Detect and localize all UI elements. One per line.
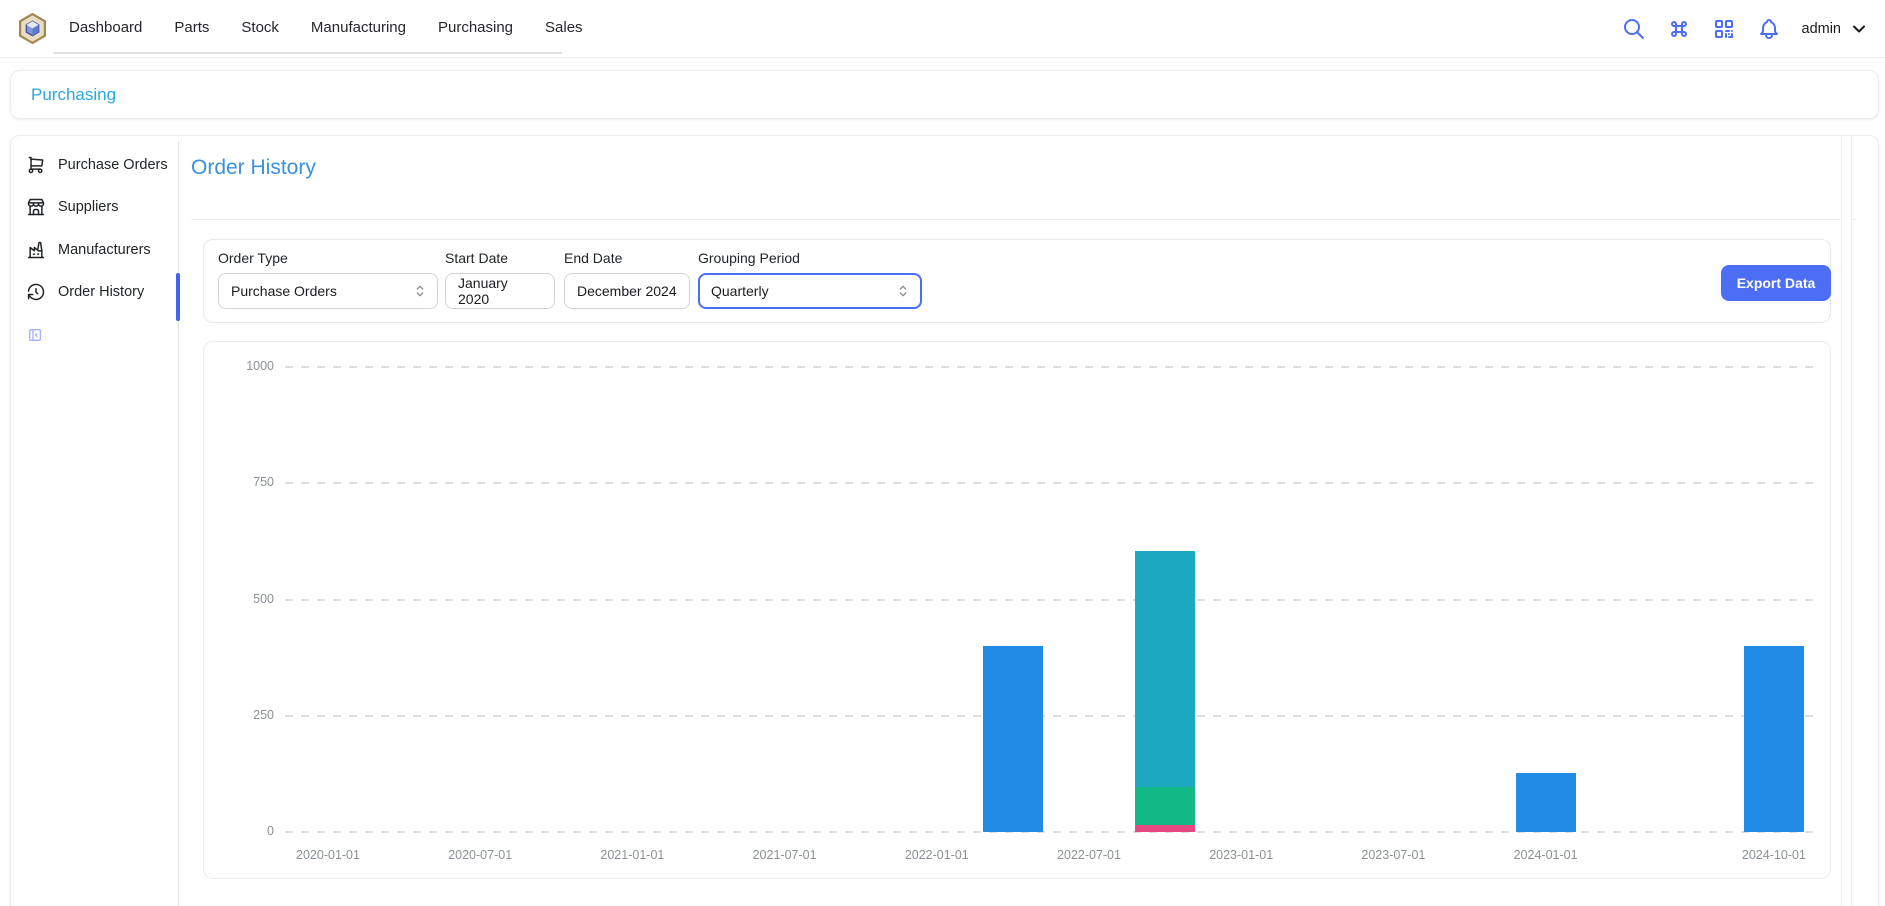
end-date-input[interactable]: December 2024 xyxy=(564,273,690,309)
factory-icon xyxy=(26,240,46,260)
order-type-label: Order Type xyxy=(218,250,438,266)
tab-purchasing[interactable]: Purchasing xyxy=(422,0,529,54)
x-axis-tick: 2021-07-01 xyxy=(725,848,845,862)
x-axis-tick: 2024-01-01 xyxy=(1486,848,1606,862)
sidebar-collapse-icon[interactable] xyxy=(27,327,43,343)
bell-icon[interactable] xyxy=(1757,17,1781,41)
x-axis-tick: 2022-07-01 xyxy=(1029,848,1149,862)
tabs-underline xyxy=(53,52,562,55)
search-icon[interactable] xyxy=(1622,17,1646,41)
y-axis-tick: 0 xyxy=(204,824,274,838)
bar-2024-10-01-blue-segment[interactable] xyxy=(1744,646,1804,832)
order-type-value: Purchase Orders xyxy=(231,283,337,299)
x-axis-tick: 2021-01-01 xyxy=(572,848,692,862)
breadcrumb[interactable]: Purchasing xyxy=(31,85,116,105)
y-axis-tick: 750 xyxy=(204,475,274,489)
bar-2022-10-01-pink-segment[interactable] xyxy=(1135,825,1195,832)
start-date-value: January 2020 xyxy=(458,275,542,307)
scrollbar[interactable] xyxy=(1841,136,1852,906)
page-title: Order History xyxy=(191,156,316,180)
y-axis-tick: 500 xyxy=(204,592,274,606)
app-logo-icon[interactable] xyxy=(16,12,49,45)
sidebar-item-order-history[interactable]: Order History xyxy=(26,277,176,307)
sidebar-item-label: Purchase Orders xyxy=(58,157,168,173)
y-gridline-0 xyxy=(285,831,1820,833)
x-axis-tick: 2024-10-01 xyxy=(1714,848,1834,862)
order-type-select[interactable]: Purchase Orders xyxy=(218,273,438,309)
grouping-period-label: Grouping Period xyxy=(698,250,922,266)
bar-2024-01-01-blue-segment[interactable] xyxy=(1516,773,1576,832)
building-store-icon xyxy=(26,197,46,217)
title-divider xyxy=(191,219,1856,220)
breadcrumb-panel: Purchasing xyxy=(10,70,1879,119)
x-axis-tick: 2023-07-01 xyxy=(1333,848,1453,862)
y-gridline-250 xyxy=(285,715,1820,717)
start-date-input[interactable]: January 2020 xyxy=(445,273,555,309)
tab-manufacturing[interactable]: Manufacturing xyxy=(295,0,422,54)
qrcode-icon[interactable] xyxy=(1712,17,1736,41)
sidebar-item-label: Order History xyxy=(58,284,144,300)
x-axis-tick: 2022-01-01 xyxy=(877,848,997,862)
end-date-value: December 2024 xyxy=(577,283,677,299)
y-axis-tick: 250 xyxy=(204,708,274,722)
tab-sales[interactable]: Sales xyxy=(529,0,599,54)
username-label: admin xyxy=(1802,21,1842,37)
sidebar-item-manufacturers[interactable]: Manufacturers xyxy=(26,235,176,265)
grouping-period-value: Quarterly xyxy=(711,283,769,299)
filter-panel: Order Type Purchase Orders Start Date Ja… xyxy=(203,239,1831,323)
bar-2022-04-01-blue-segment[interactable] xyxy=(983,646,1043,832)
y-gridline-1000 xyxy=(285,366,1820,368)
user-menu[interactable]: admin xyxy=(1802,19,1870,39)
start-date-label: Start Date xyxy=(445,250,555,266)
sidebar-active-indicator xyxy=(176,273,180,321)
export-data-button[interactable]: Export Data xyxy=(1721,265,1831,301)
main-nav-tabs: DashboardPartsStockManufacturingPurchasi… xyxy=(53,0,599,54)
tab-stock[interactable]: Stock xyxy=(225,0,295,54)
y-gridline-500 xyxy=(285,599,1820,601)
sidebar-item-label: Suppliers xyxy=(58,199,118,215)
x-axis-tick: 2023-01-01 xyxy=(1181,848,1301,862)
content-panel: Purchase Orders Suppliers Manufacturers Ord… xyxy=(10,135,1879,906)
navbar-actions: admin xyxy=(1622,0,1870,57)
sidebar-item-label: Manufacturers xyxy=(58,242,151,258)
grouping-period-select[interactable]: Quarterly xyxy=(698,273,922,309)
order-history-chart: 0 250 500 750 1000 2020-01-01 2020-07-01 2021-0… xyxy=(203,341,1831,879)
end-date-label: End Date xyxy=(564,250,690,266)
sidebar-divider xyxy=(178,141,179,906)
selector-icon xyxy=(412,283,428,299)
x-axis-tick: 2020-01-01 xyxy=(268,848,388,862)
history-icon xyxy=(26,282,46,302)
selector-icon xyxy=(895,283,911,299)
sidebar-item-suppliers[interactable]: Suppliers xyxy=(26,192,176,222)
app-window: DashboardPartsStockManufacturingPurchasi… xyxy=(0,0,1885,906)
command-icon[interactable] xyxy=(1667,17,1691,41)
top-navbar: DashboardPartsStockManufacturingPurchasi… xyxy=(0,0,1885,58)
chevron-down-icon xyxy=(1849,19,1869,39)
shopping-cart-icon xyxy=(26,155,46,175)
y-gridline-750 xyxy=(285,482,1820,484)
tab-dashboard[interactable]: Dashboard xyxy=(53,0,158,54)
x-axis-tick: 2020-07-01 xyxy=(420,848,540,862)
sidebar-item-purchase-orders[interactable]: Purchase Orders xyxy=(26,150,176,180)
y-axis-tick: 1000 xyxy=(204,359,274,373)
tab-parts[interactable]: Parts xyxy=(158,0,225,54)
